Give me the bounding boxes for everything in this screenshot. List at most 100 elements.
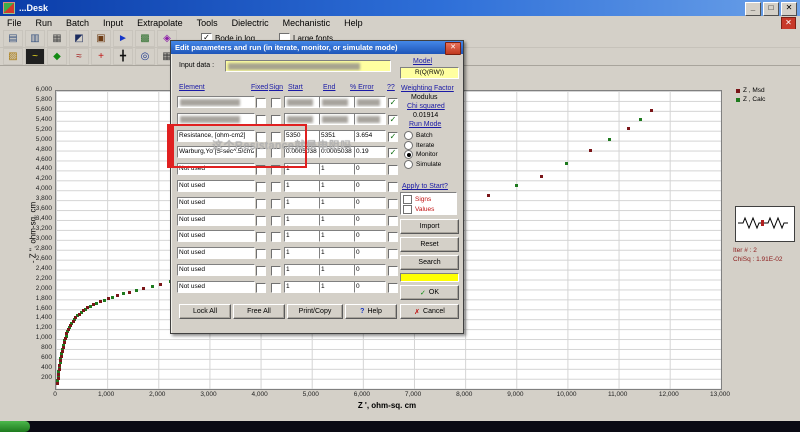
sign-checkbox[interactable] [271,181,281,192]
start-field[interactable]: 1 [284,196,320,209]
values-checkbox[interactable] [403,204,412,214]
include-checkbox[interactable] [388,165,398,176]
fixed-checkbox[interactable] [256,198,266,209]
dialog-close-icon[interactable]: ✕ [445,42,461,55]
error-field[interactable]: 0.19 [354,146,386,159]
start-field[interactable]: 1 [284,213,320,226]
run-mode-label[interactable]: Run Mode [409,121,441,128]
error-field[interactable]: 3.654 [354,129,386,142]
signs-checkbox[interactable] [403,194,412,204]
model-label[interactable]: Model [413,58,432,65]
end-field[interactable]: 1 [319,247,355,260]
include-checkbox[interactable]: ✓ [388,98,398,108]
print-copy-button[interactable]: Print/Copy [287,304,343,319]
start-field[interactable]: 1 [284,280,320,293]
error-field[interactable]: 0 [354,230,386,243]
element-field[interactable] [177,96,255,108]
model-field[interactable]: R(Q(RW)) [400,67,459,79]
header-fixed[interactable]: Fixed [251,84,268,91]
error-field[interactable] [354,112,386,125]
end-field[interactable]: 1 [319,263,355,276]
start-field[interactable]: 1 [284,179,320,192]
header-error[interactable]: % Error [350,84,374,91]
error-field[interactable]: 0 [354,213,386,226]
include-checkbox[interactable] [388,282,398,293]
end-field[interactable]: 1 [319,196,355,209]
error-field[interactable]: 0 [354,163,386,176]
run-mode-batch[interactable]: Batch [404,131,441,141]
sign-checkbox[interactable] [271,249,281,260]
fixed-checkbox[interactable] [256,181,266,192]
chi-squared-label[interactable]: Chi squared [407,103,445,110]
error-field[interactable]: 0 [354,196,386,209]
fixed-checkbox[interactable] [256,282,266,293]
include-checkbox[interactable] [388,198,398,209]
include-checkbox[interactable]: ✓ [388,114,398,125]
element-field[interactable]: Not used [177,263,255,276]
import-button[interactable]: Import [400,219,459,234]
sign-checkbox[interactable] [271,215,281,226]
run-mode-iterate[interactable]: Iterate [404,140,441,151]
start-field[interactable]: 1 [284,263,320,276]
sign-checkbox[interactable] [271,265,281,276]
end-field[interactable] [319,112,355,125]
error-field[interactable]: 0 [354,179,386,192]
dialog-title-bar[interactable]: Edit parameters and run (in iterate, mon… [171,41,463,55]
sign-checkbox[interactable] [271,98,281,108]
ok-button[interactable]: ✓ OK [400,285,459,300]
end-field[interactable]: 1 [319,179,355,192]
header-end[interactable]: End [323,84,335,91]
element-field[interactable]: Not used [177,213,255,226]
search-button[interactable]: Search [400,255,459,270]
start-field[interactable]: 1 [284,247,320,260]
element-field[interactable]: Not used [177,179,255,192]
element-field[interactable]: Not used [177,196,255,209]
include-checkbox[interactable] [388,232,398,243]
free-all-button[interactable]: Free All [233,304,285,319]
fixed-checkbox[interactable] [256,232,266,243]
end-field[interactable]: 1 [319,280,355,293]
element-field[interactable]: Not used [177,280,255,293]
header-sign[interactable]: Sign [269,84,283,91]
lock-all-button[interactable]: Lock All [179,304,231,319]
run-mode-simulate[interactable]: Simulate [404,159,441,170]
include-checkbox[interactable]: ✓ [388,131,398,142]
element-field[interactable]: Not used [177,230,255,243]
start-button[interactable] [0,421,30,432]
error-field[interactable]: 0 [354,280,386,293]
header-start[interactable]: Start [288,84,303,91]
include-checkbox[interactable] [388,181,398,192]
element-field[interactable]: Not used [177,247,255,260]
end-field[interactable]: 1 [319,213,355,226]
element-field[interactable] [177,112,255,125]
start-field[interactable] [284,96,320,108]
end-field[interactable]: 1 [319,230,355,243]
error-field[interactable]: 0 [354,247,386,260]
fixed-checkbox[interactable] [256,249,266,260]
help-button[interactable]: ? Help [345,304,397,319]
include-checkbox[interactable]: ✓ [388,148,398,159]
end-field[interactable]: 1 [319,163,355,176]
weighting-factor-label[interactable]: Weighting Factor [401,85,454,92]
fixed-checkbox[interactable] [256,215,266,226]
header-element[interactable]: Element [179,84,205,91]
include-checkbox[interactable] [388,249,398,260]
include-checkbox[interactable] [388,215,398,226]
start-field[interactable]: 1 [284,230,320,243]
fixed-checkbox[interactable] [256,265,266,276]
sign-checkbox[interactable] [271,198,281,209]
reset-button[interactable]: Reset [400,237,459,252]
start-field[interactable] [284,112,320,125]
include-checkbox[interactable] [388,265,398,276]
sign-checkbox[interactable] [271,232,281,243]
end-field[interactable] [319,96,355,108]
sign-checkbox[interactable] [271,282,281,293]
header-include[interactable]: ?? [387,84,395,91]
input-data-field[interactable] [225,60,391,72]
apply-to-start-link[interactable]: Apply to Start? [402,183,448,190]
cancel-button[interactable]: ✗ Cancel [400,304,459,319]
error-field[interactable]: 0 [354,263,386,276]
run-mode-monitor[interactable]: Monitor [404,150,441,160]
fixed-checkbox[interactable] [256,98,266,108]
error-field[interactable] [354,96,386,108]
